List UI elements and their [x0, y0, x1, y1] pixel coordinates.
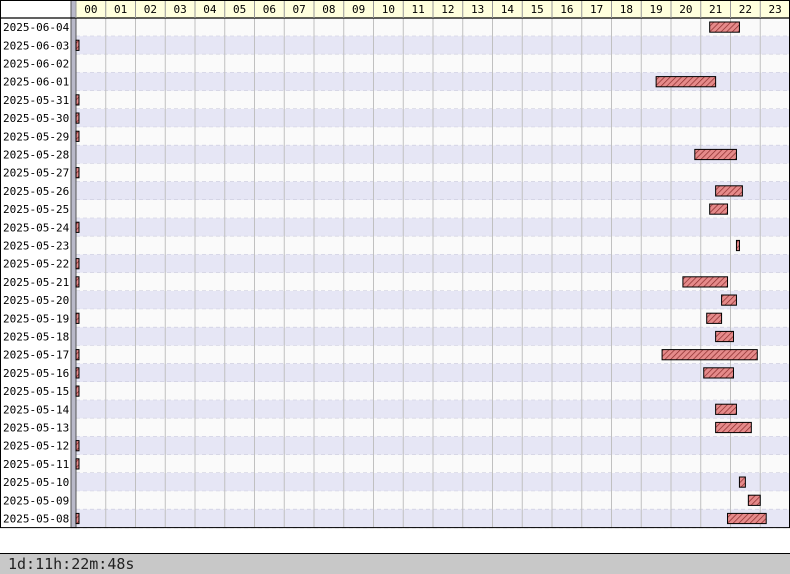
hour-label: 09: [352, 3, 365, 16]
hour-label: 22: [739, 3, 752, 16]
row-date-label: 2025-05-26: [3, 185, 69, 198]
hour-label: 16: [560, 3, 573, 16]
activity-bar: [75, 130, 80, 142]
timeline-chart: 2025-06-04 2025-06-03 2025-06-02 2025-06-01…: [0, 0, 790, 529]
hour-label: 05: [233, 3, 246, 16]
hour-label: 23: [769, 3, 782, 16]
activity-bar: [727, 512, 767, 525]
row-date-label: 2025-05-13: [3, 422, 69, 435]
activity-bar: [715, 330, 734, 343]
hour-label: 01: [114, 3, 127, 16]
activity-bar: [738, 476, 746, 488]
activity-bar: [75, 440, 80, 452]
activity-bar: [709, 203, 729, 215]
row-date-label: 2025-05-12: [3, 440, 69, 453]
activity-bar: [75, 367, 80, 379]
hour-label: 00: [84, 3, 97, 16]
hour-label: 07: [293, 3, 306, 16]
hour-label: 03: [174, 3, 187, 16]
total-duration: 1d:11h:22m:48s: [0, 553, 790, 574]
row-date-label: 2025-05-25: [3, 203, 69, 216]
row-date-label: 2025-05-29: [3, 130, 69, 143]
activity-bar: [75, 512, 80, 525]
row-date-label: 2025-05-20: [3, 294, 69, 307]
row-date-label: 2025-05-17: [3, 349, 69, 362]
activity-bar: [682, 276, 729, 288]
activity-bar: [75, 112, 80, 124]
row-date-label: 2025-06-01: [3, 76, 69, 89]
hour-label: 08: [322, 3, 335, 16]
hour-label: 02: [144, 3, 157, 16]
hour-label: 14: [501, 3, 515, 16]
activity-bar: [703, 367, 734, 379]
activity-bar: [75, 458, 80, 470]
row-date-label: 2025-05-28: [3, 149, 69, 162]
activity-bar: [75, 258, 80, 270]
activity-bar: [75, 221, 80, 233]
hour-label: 12: [441, 3, 454, 16]
hour-label: 20: [679, 3, 692, 16]
activity-bar: [75, 312, 80, 324]
hour-label: 17: [590, 3, 603, 16]
activity-bar: [75, 39, 80, 51]
activity-bar: [655, 76, 717, 88]
hour-label: 11: [412, 3, 425, 16]
hour-label: 18: [620, 3, 633, 16]
row-date-label: 2025-05-09: [3, 494, 69, 507]
row-date-label: 2025-05-10: [3, 476, 69, 489]
hour-label: 21: [709, 3, 722, 16]
activity-bar: [75, 167, 80, 179]
activity-bar: [709, 21, 740, 33]
row-date-label: 2025-05-24: [3, 221, 70, 234]
hour-label: 13: [471, 3, 484, 16]
row-date-label: 2025-05-18: [3, 331, 69, 344]
activity-bar: [75, 385, 80, 397]
row-date-label: 2025-05-16: [3, 367, 69, 380]
activity-bar: [715, 421, 752, 434]
activity-bar: [721, 294, 737, 306]
row-date-label: 2025-06-04: [3, 21, 70, 34]
hour-label: 06: [263, 3, 276, 16]
row-date-label: 2025-05-31: [3, 94, 69, 107]
hour-label: 10: [382, 3, 395, 16]
label-gutter: [70, 0, 77, 529]
activity-bar: [661, 349, 758, 361]
hour-label: 15: [531, 3, 544, 16]
row-date-label: 2025-06-03: [3, 39, 69, 52]
activity-bar: [747, 494, 761, 506]
row-date-label: 2025-05-27: [3, 167, 69, 180]
activity-bar: [715, 403, 737, 415]
row-date-label: 2025-05-19: [3, 312, 69, 325]
row-date-label: 2025-05-30: [3, 112, 69, 125]
row-date-label: 2025-05-21: [3, 276, 69, 289]
row-date-label: 2025-05-15: [3, 385, 69, 398]
row-date-label: 2025-05-08: [3, 513, 69, 526]
activity-bar: [694, 148, 737, 161]
row-date-label: 2025-05-14: [3, 403, 70, 416]
row-date-label: 2025-05-11: [3, 458, 69, 471]
row-date-label: 2025-05-22: [3, 258, 69, 271]
activity-bar: [75, 349, 80, 361]
activity-bar: [715, 185, 743, 197]
row-date-label: 2025-05-23: [3, 240, 69, 253]
activity-bar: [735, 239, 740, 252]
activity-bar: [75, 276, 80, 288]
hour-label: 04: [203, 3, 217, 16]
activity-bar: [75, 94, 80, 106]
row-date-label: 2025-06-02: [3, 58, 69, 71]
hour-label: 19: [650, 3, 663, 16]
activity-bar: [706, 312, 723, 324]
